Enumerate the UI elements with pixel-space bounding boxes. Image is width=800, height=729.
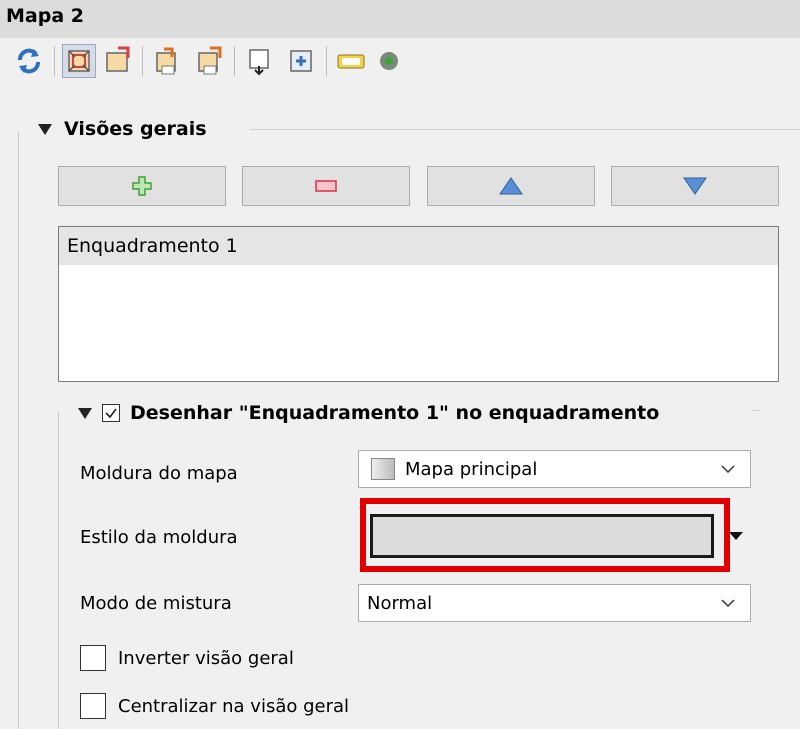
set-extent-icon[interactable] <box>100 44 134 78</box>
blend-mode-value: Normal <box>367 592 433 614</box>
move-up-button[interactable] <box>427 166 595 206</box>
invert-overview-row[interactable]: Inverter visão geral <box>80 645 294 671</box>
center-overview-checkbox[interactable] <box>80 693 106 719</box>
highlight-box <box>360 498 730 572</box>
panel-title: Mapa 2 <box>6 5 84 27</box>
center-overview-row[interactable]: Centralizar na visão geral <box>80 693 349 719</box>
invert-overview-checkbox[interactable] <box>80 645 106 671</box>
map-frame-combobox[interactable]: Mapa principal <box>358 450 751 488</box>
panel-titlebar: Mapa 2 <box>0 0 800 38</box>
list-item[interactable]: Enquadramento 1 <box>59 227 778 265</box>
atlas-icon[interactable] <box>284 44 318 78</box>
arrow-up-icon <box>499 177 523 195</box>
refresh-icon[interactable] <box>12 44 46 78</box>
center-overview-label: Centralizar na visão geral <box>118 695 350 717</box>
chevron-down-icon <box>721 599 735 608</box>
toolbar <box>0 38 800 97</box>
overview-list[interactable]: Enquadramento 1 <box>58 226 779 382</box>
dropdown-arrow-icon <box>729 532 743 540</box>
arrow-down-icon <box>683 177 707 195</box>
checkmark-icon <box>105 408 117 419</box>
settings-icon[interactable] <box>372 44 406 78</box>
draw-overview-checkbox[interactable] <box>102 404 120 422</box>
plus-icon <box>132 176 152 196</box>
view-extent-icon[interactable] <box>150 44 184 78</box>
group-title: Desenhar "Enquadramento 1" no enquadrame… <box>130 402 660 424</box>
set-view-extent-icon[interactable] <box>192 44 226 78</box>
blend-mode-label: Modo de mistura <box>80 593 232 614</box>
collapse-triangle-icon[interactable] <box>78 407 92 419</box>
minus-icon <box>315 180 337 192</box>
group-divider <box>752 410 760 411</box>
overview-group-header[interactable]: Desenhar "Enquadramento 1" no enquadrame… <box>78 400 659 426</box>
blend-mode-combobox[interactable]: Normal <box>358 584 751 622</box>
map-frame-icon <box>371 458 395 480</box>
section-title: Visões gerais <box>64 118 207 140</box>
list-item-label: Enquadramento 1 <box>67 235 238 257</box>
collapse-triangle-icon[interactable] <box>38 123 52 135</box>
remove-overview-button[interactable] <box>242 166 410 206</box>
chevron-down-icon <box>721 465 735 474</box>
label-icon[interactable] <box>334 44 368 78</box>
zoom-to-extent-icon[interactable] <box>62 44 96 78</box>
map-frame-label: Moldura do mapa <box>80 463 238 484</box>
map-frame-value: Mapa principal <box>405 458 538 480</box>
frame-style-label: Estilo da moldura <box>80 527 238 548</box>
add-overview-button[interactable] <box>58 166 226 206</box>
move-down-button[interactable] <box>611 166 779 206</box>
section-overviews-header[interactable]: Visões gerais <box>38 118 207 140</box>
section-divider <box>250 129 800 130</box>
move-content-icon[interactable] <box>242 44 276 78</box>
invert-overview-label: Inverter visão geral <box>118 647 294 669</box>
